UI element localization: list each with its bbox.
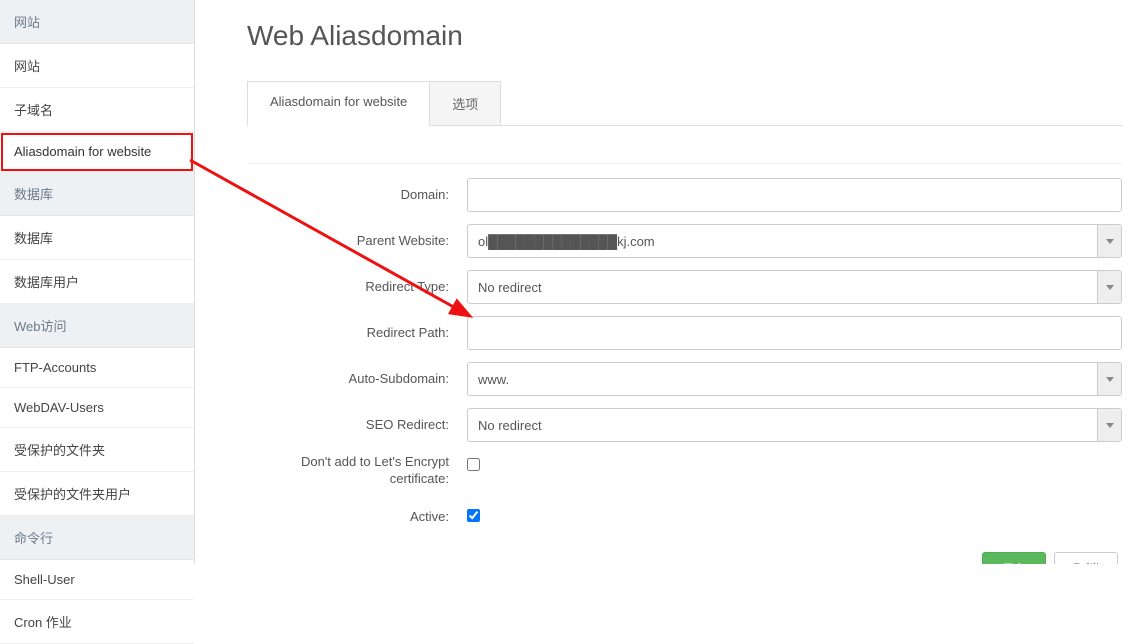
lets-encrypt-checkbox[interactable] xyxy=(467,458,480,471)
sidebar: 网站网站子域名Aliasdomain for website数据库数据库数据库用… xyxy=(0,0,195,564)
parent-website-value: ol██████████████kj.com xyxy=(478,234,655,249)
lets-encrypt-label: Don't add to Let's Encrypt certificate: xyxy=(247,454,467,488)
form: Domain: Parent Website: ol██████████████… xyxy=(247,178,1122,534)
active-label: Active: xyxy=(247,509,467,526)
parent-website-label: Parent Website: xyxy=(247,233,467,250)
seo-redirect-value: No redirect xyxy=(478,418,542,433)
redirect-type-value: No redirect xyxy=(478,280,542,295)
sidebar-item[interactable]: Shell-User xyxy=(0,560,194,600)
chevron-down-icon xyxy=(1097,363,1121,395)
seo-redirect-label: SEO Redirect: xyxy=(247,417,467,434)
sidebar-item[interactable]: 网站 xyxy=(0,44,194,88)
sidebar-item[interactable]: 受保护的文件夹 xyxy=(0,428,194,472)
sidebar-item[interactable]: WebDAV-Users xyxy=(0,388,194,428)
sidebar-item[interactable]: 数据库用户 xyxy=(0,260,194,304)
auto-subdomain-value: www. xyxy=(478,372,509,387)
redirect-path-input[interactable] xyxy=(467,316,1122,350)
sidebar-item[interactable]: Cron 作业 xyxy=(0,600,194,644)
parent-website-select[interactable]: ol██████████████kj.com xyxy=(467,224,1122,258)
chevron-down-icon xyxy=(1097,225,1121,257)
sidebar-item[interactable]: 受保护的文件夹用户 xyxy=(0,472,194,516)
auto-subdomain-label: Auto-Subdomain: xyxy=(247,371,467,388)
tab[interactable]: 选项 xyxy=(429,81,501,126)
chevron-down-icon xyxy=(1097,409,1121,441)
domain-input[interactable] xyxy=(467,178,1122,212)
active-checkbox[interactable] xyxy=(467,509,480,522)
chevron-down-icon xyxy=(1097,271,1121,303)
sidebar-group-header: 数据库 xyxy=(0,172,194,216)
sidebar-group-header: 网站 xyxy=(0,0,194,44)
tabs: Aliasdomain for website选项 xyxy=(247,80,1122,126)
seo-redirect-select[interactable]: No redirect xyxy=(467,408,1122,442)
redirect-type-select[interactable]: No redirect xyxy=(467,270,1122,304)
button-row: 保存 取消 xyxy=(247,552,1122,564)
main-content: Web Aliasdomain Aliasdomain for website选… xyxy=(195,0,1146,564)
tab[interactable]: Aliasdomain for website xyxy=(247,81,430,126)
sidebar-group-header: Web访问 xyxy=(0,304,194,348)
redirect-type-label: Redirect Type: xyxy=(247,279,467,296)
sidebar-item[interactable]: Aliasdomain for website xyxy=(0,132,194,172)
sidebar-item[interactable]: FTP-Accounts xyxy=(0,348,194,388)
cancel-button[interactable]: 取消 xyxy=(1054,552,1118,564)
auto-subdomain-select[interactable]: www. xyxy=(467,362,1122,396)
sidebar-group-header: 命令行 xyxy=(0,516,194,560)
page-title: Web Aliasdomain xyxy=(247,0,1122,80)
save-button[interactable]: 保存 xyxy=(982,552,1046,564)
panel-spacer xyxy=(247,126,1122,164)
sidebar-item[interactable]: 子域名 xyxy=(0,88,194,132)
redirect-path-label: Redirect Path: xyxy=(247,325,467,342)
domain-label: Domain: xyxy=(247,187,467,204)
sidebar-item[interactable]: 数据库 xyxy=(0,216,194,260)
